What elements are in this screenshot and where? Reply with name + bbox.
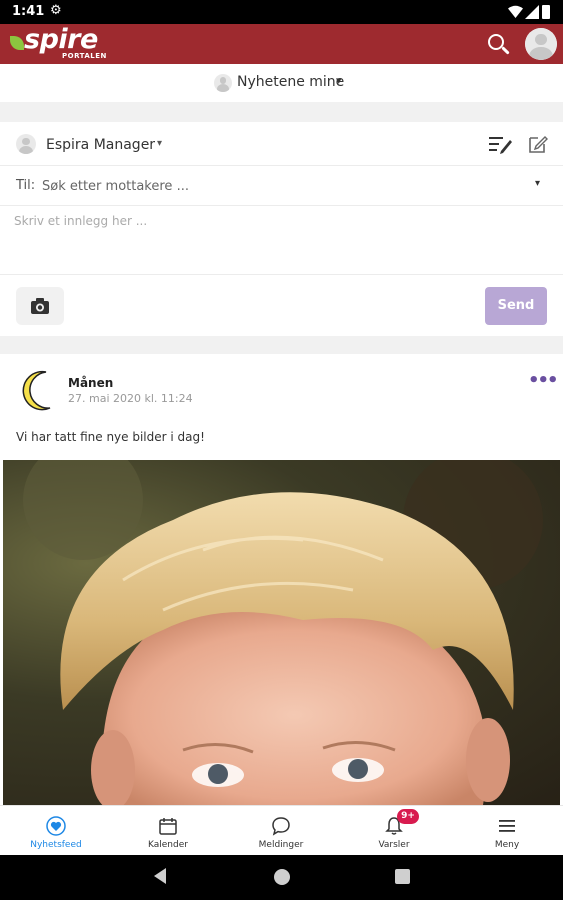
feed-selector-label: Nyhetene mine — [237, 74, 345, 90]
news-post: Månen 27. mai 2020 kl. 11:24 ••• Vi har … — [0, 354, 563, 805]
compose-edit-icon[interactable] — [528, 134, 548, 154]
recent-apps-icon[interactable] — [395, 869, 410, 884]
app-bar: spire PORTALEN — [0, 24, 563, 64]
home-icon[interactable] — [274, 869, 290, 885]
system-nav-bar — [0, 855, 563, 900]
avatar-icon — [525, 28, 557, 60]
espira-logo[interactable]: spire PORTALEN — [10, 24, 107, 62]
add-photo-button[interactable] — [16, 287, 64, 325]
moon-icon — [22, 370, 51, 411]
sender-chevron-down-icon[interactable]: ▾ — [157, 138, 162, 149]
text-format-edit-icon[interactable] — [489, 134, 513, 154]
sender-selector[interactable]: Espira Manager — [46, 137, 155, 153]
status-time: 1:41 — [12, 4, 45, 19]
tab-label: Varsler — [378, 840, 410, 850]
logo-text: spire — [24, 24, 98, 55]
signal-icon — [525, 5, 539, 19]
search-button[interactable] — [486, 32, 512, 58]
recipient-chevron-down-icon[interactable]: ▾ — [535, 178, 540, 189]
tab-label: Kalender — [148, 840, 188, 850]
post-date: 27. mai 2020 kl. 11:24 — [68, 392, 193, 405]
tab-meny[interactable]: Meny — [451, 806, 563, 856]
child-photo-image — [23, 460, 543, 805]
calendar-icon — [159, 818, 177, 835]
sender-row: Espira Manager ▾ — [0, 122, 563, 166]
chat-icon — [272, 817, 290, 836]
post-author: Månen — [68, 376, 114, 390]
chevron-down-icon: ▾ — [336, 74, 342, 87]
wifi-icon — [508, 5, 523, 18]
camera-icon — [31, 298, 49, 314]
tab-meldinger[interactable]: Meldinger — [225, 806, 337, 856]
post-text-input[interactable] — [14, 214, 549, 274]
bottom-tab-bar: Nyhetsfeed Kalender Meldinger 9+ Varsler… — [0, 805, 563, 855]
battery-icon — [542, 5, 550, 19]
heart-icon — [46, 816, 66, 836]
feed-avatar-icon — [214, 74, 232, 92]
recipient-search-input[interactable] — [42, 175, 512, 197]
sender-avatar-icon — [16, 134, 36, 154]
feed-selector[interactable]: Nyhetene mine ▾ — [0, 64, 563, 102]
tab-kalender[interactable]: Kalender — [112, 806, 224, 856]
post-text: Vi har tatt fine nye bilder i dag! — [16, 430, 205, 444]
send-button[interactable]: Send — [485, 287, 547, 325]
menu-icon — [499, 820, 515, 832]
tab-nyhetsfeed[interactable]: Nyhetsfeed — [0, 806, 112, 856]
tab-varsler[interactable]: 9+ Varsler — [338, 806, 450, 856]
tab-label: Meny — [494, 840, 520, 850]
post-photo[interactable] — [3, 460, 560, 805]
recipient-label: Til: — [16, 178, 36, 193]
leaf-icon — [10, 36, 24, 50]
logo-subtext: PORTALEN — [62, 52, 107, 60]
more-options-icon[interactable]: ••• — [528, 370, 558, 391]
tab-label: Nyhetsfeed — [30, 840, 82, 850]
notification-badge: 9+ — [397, 809, 419, 824]
settings-gear-icon: ⚙ — [50, 3, 62, 18]
post-composer: Espira Manager ▾ Til: ▾ Send — [0, 122, 563, 336]
status-bar: 1:41 ⚙ — [0, 0, 563, 24]
tab-label: Meldinger — [258, 840, 304, 850]
profile-avatar-button[interactable] — [525, 28, 557, 60]
back-icon[interactable] — [154, 868, 166, 884]
